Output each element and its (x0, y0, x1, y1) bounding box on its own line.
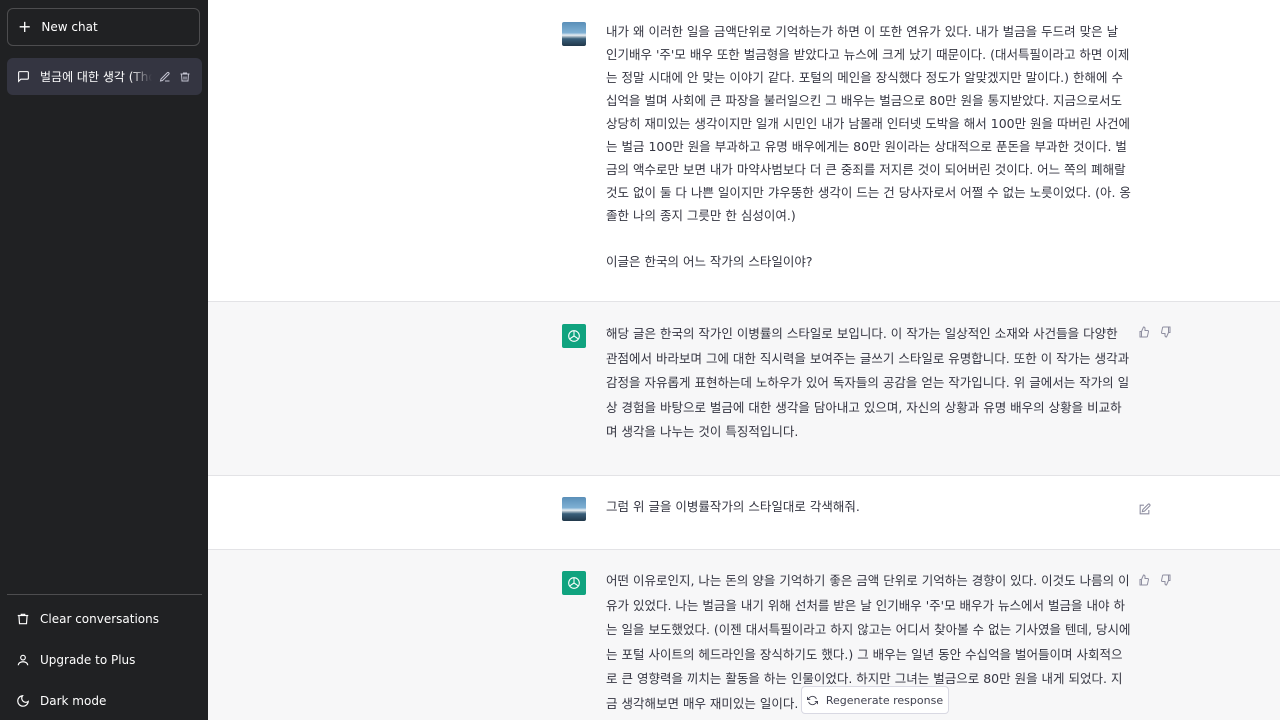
openai-logo-icon (562, 571, 586, 595)
sidebar-divider (7, 594, 202, 595)
dark-mode-button[interactable]: Dark mode (7, 683, 202, 719)
trash-icon[interactable] (178, 70, 192, 84)
refresh-icon (806, 695, 818, 706)
openai-logo-icon (562, 324, 586, 348)
chat-title: 벌금에 대한 생각 (Thoughts on Fines) (40, 70, 152, 84)
clear-conversations-label: Clear conversations (40, 612, 160, 626)
edit-icon[interactable] (1138, 501, 1151, 515)
thumbs-down-icon[interactable] (1160, 326, 1172, 338)
pencil-icon[interactable] (158, 70, 172, 84)
user-avatar (562, 22, 586, 46)
new-chat-label: New chat (41, 20, 98, 34)
assistant-message: 해당 글은 한국의 작가인 이병률의 스타일로 보입니다. 이 작가는 일상적인… (208, 302, 1280, 476)
user-avatar (562, 497, 586, 521)
user-icon (16, 653, 30, 667)
upgrade-to-plus-button[interactable]: Upgrade to Plus (7, 642, 202, 678)
chat-main: 내가 왜 이러한 일을 금액단위로 기억하는가 하면 이 또한 연유가 있다. … (208, 0, 1280, 720)
moon-icon (16, 694, 30, 708)
thumbs-up-icon[interactable] (1138, 574, 1150, 586)
regenerate-label: Regenerate response (825, 693, 944, 707)
message-text: 해당 글은 한국의 작가인 이병률의 스타일로 보입니다. 이 작가는 일상적인… (606, 326, 1134, 439)
thumbs-up-icon[interactable] (1138, 326, 1150, 338)
sidebar-item-chat[interactable]: 벌금에 대한 생각 (Thoughts on Fines) (7, 58, 202, 95)
feedback-buttons (1138, 574, 1172, 586)
upgrade-label: Upgrade to Plus (40, 653, 136, 667)
message-text: 그럼 위 글을 이병률작가의 스타일대로 각색해줘. (606, 499, 860, 514)
new-chat-button[interactable]: + New chat (7, 8, 200, 46)
user-message: 내가 왜 이러한 일을 금액단위로 기억하는가 하면 이 또한 연유가 있다. … (208, 0, 1280, 302)
dark-mode-label: Dark mode (40, 694, 107, 708)
assistant-message: 어떤 이유로인지, 나는 돈의 양을 기억하기 좋은 금액 단위로 기억하는 경… (208, 550, 1280, 720)
user-message: 그럼 위 글을 이병률작가의 스타일대로 각색해줘. (208, 476, 1280, 550)
clear-conversations-button[interactable]: Clear conversations (7, 601, 202, 637)
chat-bubble-icon (17, 70, 30, 83)
plus-icon: + (18, 17, 32, 36)
sidebar: + New chat 벌금에 대한 생각 (Thoughts on Fines)… (0, 0, 208, 720)
message-text: 내가 왜 이러한 일을 금액단위로 기억하는가 하면 이 또한 연유가 있다. … (606, 24, 1131, 269)
trash-icon (16, 612, 30, 626)
feedback-buttons (1138, 326, 1172, 338)
thumbs-down-icon[interactable] (1160, 574, 1172, 586)
regenerate-response-button[interactable]: Regenerate response (801, 686, 949, 714)
